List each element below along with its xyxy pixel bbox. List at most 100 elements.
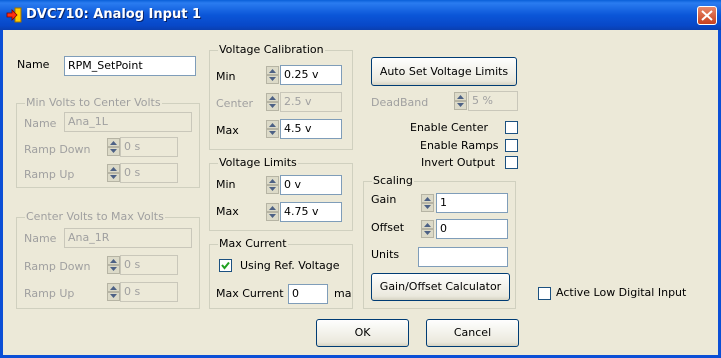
spin-up-icon <box>110 259 117 263</box>
spin-up-arrow[interactable] <box>107 164 120 173</box>
spin-up-icon <box>424 197 431 201</box>
spin-down-arrow[interactable] <box>454 101 467 110</box>
offset-field[interactable]: 0 <box>436 219 508 239</box>
voltage-calibration-caption: Voltage Calibration <box>218 43 325 57</box>
cal-max-spinner[interactable] <box>266 120 279 138</box>
spin-up-icon <box>110 141 117 145</box>
spin-down-arrow[interactable] <box>421 203 434 212</box>
limits-max-field[interactable]: 4.75 v <box>280 202 342 222</box>
spin-down-icon <box>269 187 276 191</box>
spin-up-icon <box>457 95 464 99</box>
spin-down-icon <box>269 104 276 108</box>
min-to-center-ramp-down-spinner[interactable] <box>107 138 120 156</box>
center-to-max-name-label: Name <box>24 232 57 245</box>
ok-button[interactable]: OK <box>316 319 409 347</box>
scaling-caption: Scaling <box>372 174 414 188</box>
spin-up-icon <box>269 179 276 183</box>
spin-up-arrow[interactable] <box>107 256 120 265</box>
spin-down-icon <box>269 77 276 81</box>
using-ref-voltage-checkbox[interactable] <box>219 259 232 272</box>
limits-min-label: Min <box>216 178 236 191</box>
spin-up-icon <box>269 96 276 100</box>
deadband-field[interactable]: 5 % <box>468 91 518 111</box>
enable-center-checkbox[interactable] <box>505 121 518 134</box>
spin-down-arrow[interactable] <box>107 173 120 182</box>
min-to-center-name-label: Name <box>24 117 57 130</box>
max-current-label: Max Current <box>216 287 284 300</box>
close-button[interactable] <box>697 6 717 25</box>
cal-min-field[interactable]: 0.25 v <box>280 65 342 85</box>
spin-down-arrow[interactable] <box>266 102 279 111</box>
center-to-max-ramp-down-spinner[interactable] <box>107 256 120 274</box>
spin-down-arrow[interactable] <box>107 292 120 301</box>
spin-up-arrow[interactable] <box>266 120 279 129</box>
gain-offset-calculator-button[interactable]: Gain/Offset Calculator <box>371 273 510 301</box>
gain-field[interactable]: 1 <box>436 193 508 213</box>
spin-up-arrow[interactable] <box>266 93 279 102</box>
input-arrow-icon <box>6 7 22 23</box>
close-icon <box>701 10 713 21</box>
enable-ramps-checkbox[interactable] <box>505 139 518 152</box>
spin-up-icon <box>110 286 117 290</box>
min-to-center-name-field[interactable]: Ana_1L <box>64 112 192 132</box>
spin-down-icon <box>110 267 117 271</box>
auto-set-voltage-limits-button[interactable]: Auto Set Voltage Limits <box>371 57 517 86</box>
name-field[interactable]: RPM_SetPoint <box>64 56 196 76</box>
center-to-max-ramp-up-field[interactable]: 0 s <box>120 282 178 302</box>
spin-up-icon <box>269 206 276 210</box>
limits-min-spinner[interactable] <box>266 176 279 194</box>
max-current-field[interactable]: 0 <box>288 284 328 304</box>
cal-min-spinner[interactable] <box>266 66 279 84</box>
spin-down-icon <box>110 149 117 153</box>
spin-down-icon <box>110 294 117 298</box>
spin-up-icon <box>110 167 117 171</box>
min-to-center-ramp-up-field[interactable]: 0 s <box>120 163 178 183</box>
offset-spinner[interactable] <box>421 220 434 238</box>
cal-max-field[interactable]: 4.5 v <box>280 119 342 139</box>
spin-down-arrow[interactable] <box>107 147 120 156</box>
spin-up-arrow[interactable] <box>421 220 434 229</box>
enable-ramps-label: Enable Ramps <box>420 139 499 152</box>
min-to-center-ramp-up-spinner[interactable] <box>107 164 120 182</box>
spin-up-arrow[interactable] <box>266 66 279 75</box>
min-to-center-caption: Min Volts to Center Volts <box>25 96 162 110</box>
deadband-label: DeadBand <box>371 96 429 109</box>
limits-max-label: Max <box>216 205 239 218</box>
spin-up-icon <box>269 69 276 73</box>
deadband-spinner[interactable] <box>454 92 467 110</box>
center-to-max-caption: Center Volts to Max Volts <box>25 210 165 224</box>
gain-spinner[interactable] <box>421 194 434 212</box>
max-current-caption: Max Current <box>218 237 288 251</box>
window-border-left <box>0 30 3 358</box>
min-to-center-ramp-down-field[interactable]: 0 s <box>120 137 178 157</box>
spin-up-arrow[interactable] <box>266 203 279 212</box>
spin-up-arrow[interactable] <box>107 138 120 147</box>
units-field[interactable] <box>418 247 508 267</box>
invert-output-checkbox[interactable] <box>505 156 518 169</box>
spin-down-arrow[interactable] <box>266 185 279 194</box>
spin-up-icon <box>424 223 431 227</box>
spin-up-arrow[interactable] <box>107 283 120 292</box>
limits-max-spinner[interactable] <box>266 203 279 221</box>
max-current-unit: ma <box>334 287 352 300</box>
cancel-button[interactable]: Cancel <box>426 319 519 347</box>
spin-up-icon <box>269 123 276 127</box>
spin-up-arrow[interactable] <box>421 194 434 203</box>
spin-down-arrow[interactable] <box>266 212 279 221</box>
cal-center-spinner[interactable] <box>266 93 279 111</box>
active-low-digital-input-checkbox[interactable] <box>538 287 551 300</box>
spin-down-arrow[interactable] <box>107 265 120 274</box>
cal-center-field[interactable]: 2.5 v <box>280 92 342 112</box>
spin-up-arrow[interactable] <box>454 92 467 101</box>
min-to-center-ramp-up-label: Ramp Up <box>24 168 75 181</box>
spin-up-arrow[interactable] <box>266 176 279 185</box>
spin-down-arrow[interactable] <box>266 129 279 138</box>
title-bar[interactable]: DVC710: Analog Input 1 <box>0 0 721 30</box>
spin-down-arrow[interactable] <box>266 75 279 84</box>
center-to-max-name-field[interactable]: Ana_1R <box>64 228 192 248</box>
limits-min-field[interactable]: 0 v <box>280 175 342 195</box>
spin-down-arrow[interactable] <box>421 229 434 238</box>
center-to-max-ramp-up-spinner[interactable] <box>107 283 120 301</box>
spin-down-icon <box>110 175 117 179</box>
center-to-max-ramp-down-field[interactable]: 0 s <box>120 255 178 275</box>
